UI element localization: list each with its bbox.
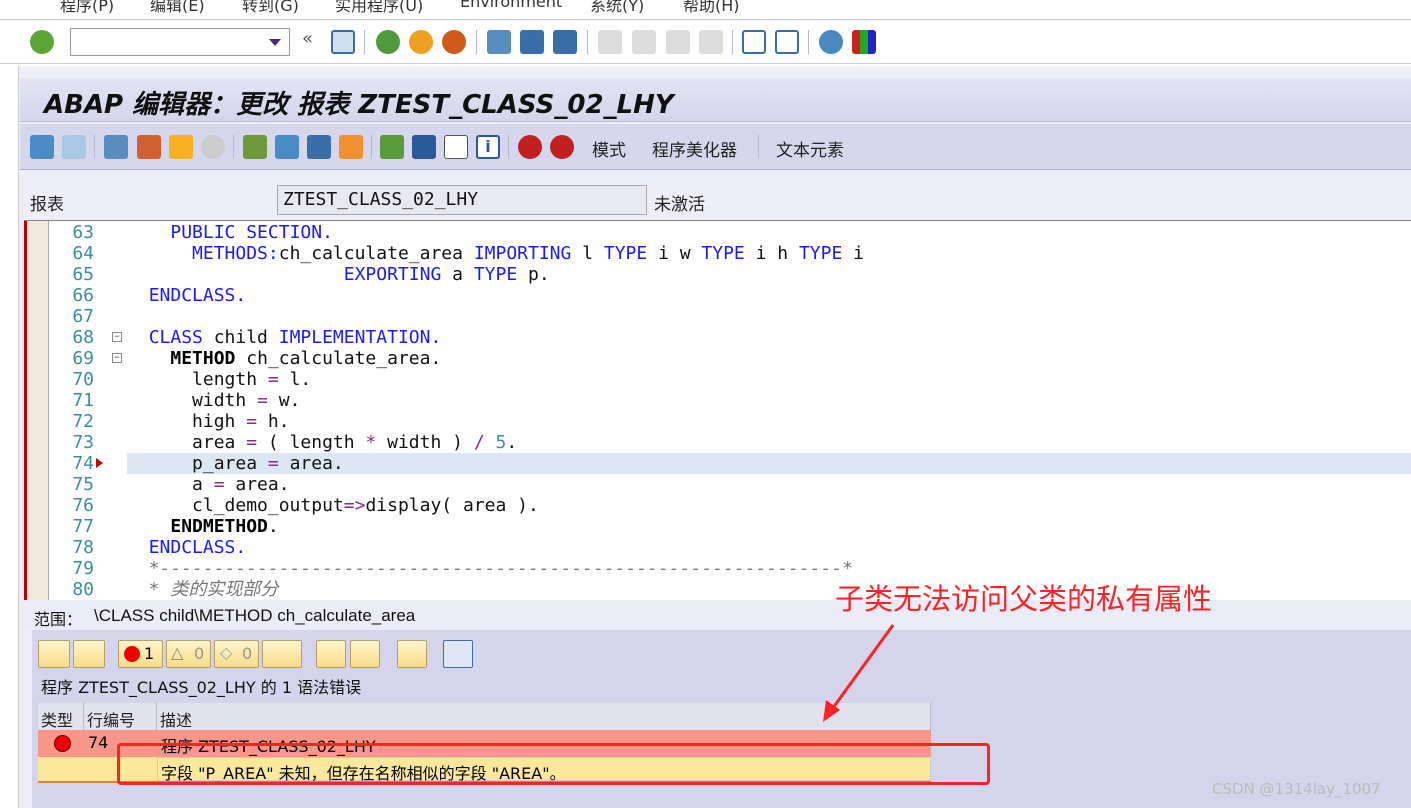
annotation-arrow [823, 624, 895, 722]
watermark: CSDN @1314lay_1007 [1212, 780, 1381, 798]
